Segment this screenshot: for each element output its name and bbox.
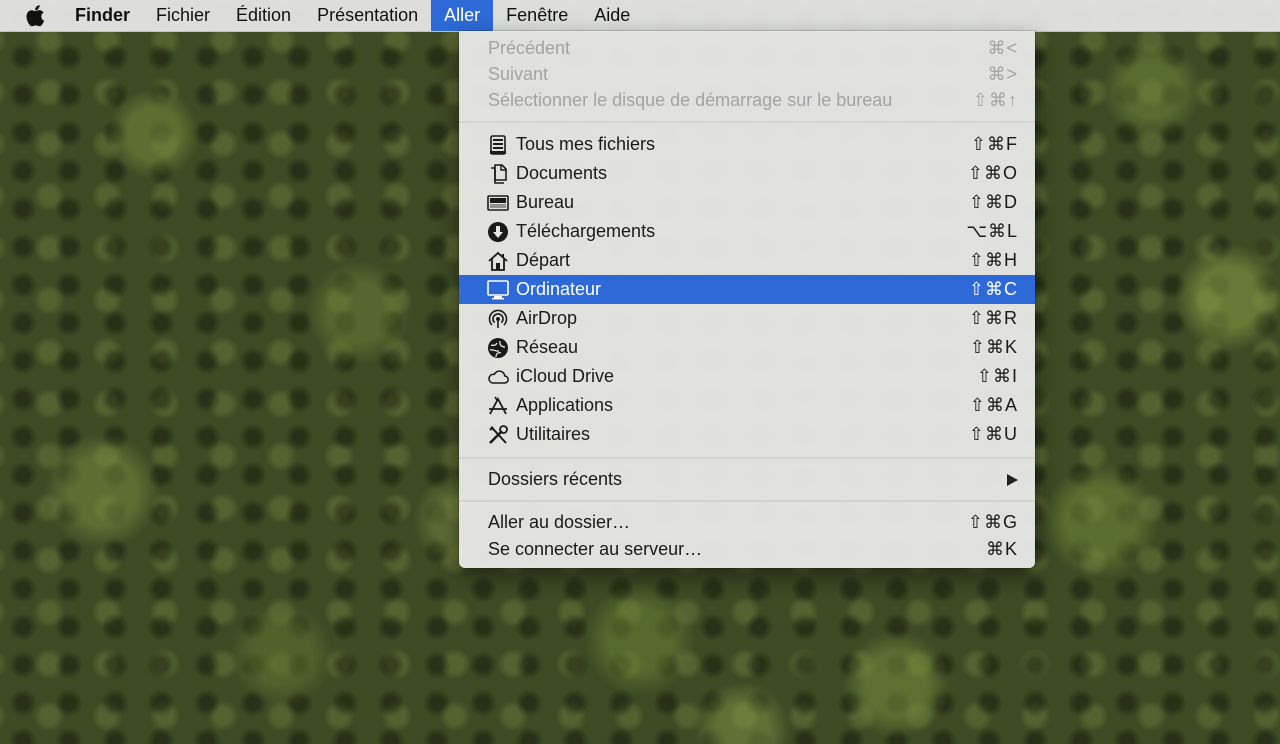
menu-item-label: Réseau (516, 337, 579, 357)
menu-item-shortcut: ⇧⌘C (968, 279, 1018, 299)
menu-item-label: Téléchargements (516, 221, 656, 241)
menu-item-label: Tous mes fichiers (516, 134, 656, 154)
menu-item-label: Utilitaires (516, 424, 591, 444)
utilities-icon (487, 424, 509, 446)
menu-finder[interactable]: Finder (62, 0, 143, 31)
menu-separator (459, 457, 1035, 459)
menu-item-dossiers-recents[interactable]: Dossiers récents (459, 465, 1035, 494)
menu-bar: Finder Fichier Édition Présentation Alle… (0, 0, 1280, 32)
menu-item-shortcut: ⇧⌘↑ (972, 89, 1018, 110)
menu-item-shortcut: ⇧⌘O (967, 163, 1018, 183)
menu-item-shortcut: ⌘< (987, 37, 1018, 58)
menu-item-documents[interactable]: Documents ⇧⌘O (459, 159, 1035, 188)
menu-item-label: Suivant (488, 63, 549, 84)
menu-item-label: Sélectionner le disque de démarrage sur … (488, 89, 893, 110)
documents-icon (487, 163, 509, 185)
menu-item-applications[interactable]: Applications ⇧⌘A (459, 391, 1035, 420)
menu-item-shortcut: ⌘K (985, 538, 1018, 559)
menu-separator (459, 121, 1035, 123)
menu-item-shortcut: ⇧⌘R (968, 308, 1018, 328)
menu-item-shortcut: ⇧⌘F (970, 134, 1018, 154)
menu-item-aller-au-dossier[interactable]: Aller au dossier… ⇧⌘G (459, 509, 1035, 535)
menu-fichier[interactable]: Fichier (143, 0, 223, 31)
menu-item-shortcut: ⇧⌘U (968, 424, 1018, 444)
menu-item-shortcut: ⌥⌘L (966, 221, 1018, 241)
airdrop-icon (487, 308, 509, 330)
menu-item-shortcut: ⇧⌘H (968, 250, 1018, 270)
menu-item-shortcut: ⇧⌘K (969, 337, 1018, 357)
menu-item-label: Aller au dossier… (488, 511, 631, 532)
menu-item-icloud-drive[interactable]: iCloud Drive ⇧⌘I (459, 362, 1035, 391)
menu-edition[interactable]: Édition (223, 0, 304, 31)
menu-item-label: Bureau (516, 192, 575, 212)
menu-item-label: Documents (516, 163, 608, 183)
apple-logo-icon (26, 4, 46, 27)
menu-presentation[interactable]: Présentation (304, 0, 431, 31)
go-menu-dropdown: Précédent ⌘< Suivant ⌘> Sélectionner le … (459, 31, 1035, 568)
menu-fenetre[interactable]: Fenêtre (493, 0, 581, 31)
computer-icon (487, 279, 509, 301)
menu-item-label: Se connecter au serveur… (488, 538, 703, 559)
menu-item-label: Départ (516, 250, 571, 270)
all-files-icon (487, 134, 509, 156)
menu-item-airdrop[interactable]: AirDrop ⇧⌘R (459, 304, 1035, 333)
menu-aide[interactable]: Aide (581, 0, 643, 31)
menu-item-depart[interactable]: Départ ⇧⌘H (459, 246, 1035, 275)
menu-item-shortcut: ⇧⌘G (967, 511, 1018, 532)
menu-item-all-files[interactable]: Tous mes fichiers ⇧⌘F (459, 130, 1035, 159)
home-icon (487, 250, 509, 272)
menu-separator (459, 500, 1035, 502)
menu-item-shortcut: ⇧⌘A (969, 395, 1018, 415)
menu-item-label: Applications (516, 395, 614, 415)
menu-aller[interactable]: Aller (431, 0, 494, 31)
icloud-icon (487, 366, 509, 388)
network-icon (487, 337, 509, 359)
menu-item-label: iCloud Drive (516, 366, 615, 386)
menu-item-utilitaires[interactable]: Utilitaires ⇧⌘U (459, 420, 1035, 449)
menu-item-reseau[interactable]: Réseau ⇧⌘K (459, 333, 1035, 362)
menu-item-label: Précédent (488, 37, 571, 58)
applications-icon (487, 395, 509, 417)
apple-menu[interactable] (0, 0, 62, 31)
menu-item-bureau[interactable]: Bureau ⇧⌘D (459, 188, 1035, 217)
menu-item-label: Dossiers récents (488, 469, 623, 489)
menu-item-precedent[interactable]: Précédent ⌘< (459, 35, 1035, 61)
menu-item-startup-disk[interactable]: Sélectionner le disque de démarrage sur … (459, 87, 1035, 113)
menu-item-connect-server[interactable]: Se connecter au serveur… ⌘K (459, 536, 1035, 562)
menu-item-suivant[interactable]: Suivant ⌘> (459, 61, 1035, 87)
desktop-icon (487, 192, 509, 214)
menu-item-shortcut: ⇧⌘I (976, 366, 1018, 386)
menu-item-label: Ordinateur (516, 279, 602, 299)
menu-item-shortcut: ⇧⌘D (968, 192, 1018, 212)
menu-item-shortcut: ⌘> (987, 63, 1018, 84)
downloads-icon (487, 221, 509, 243)
submenu-arrow-icon (1007, 473, 1018, 486)
menu-item-telechargements[interactable]: Téléchargements ⌥⌘L (459, 217, 1035, 246)
menu-item-label: AirDrop (516, 308, 578, 328)
menu-item-ordinateur[interactable]: Ordinateur ⇧⌘C (459, 275, 1035, 304)
